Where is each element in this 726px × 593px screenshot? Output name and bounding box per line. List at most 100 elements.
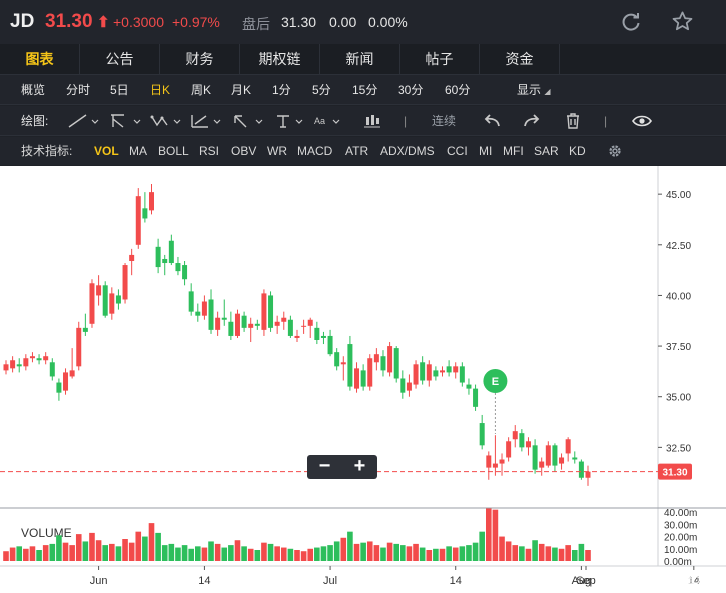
toolbar-divider: | <box>604 114 608 128</box>
candle-body <box>261 293 267 330</box>
wave-tool-icon[interactable] <box>150 113 184 129</box>
candle-body <box>29 356 35 359</box>
candle-body <box>162 258 168 264</box>
indicator-mi[interactable]: MI <box>479 137 492 165</box>
tab-capital-flow[interactable]: 资金 <box>480 44 560 75</box>
eye-icon[interactable] <box>632 113 652 129</box>
toolbar-divider: | <box>404 114 408 128</box>
volume-bar <box>128 542 135 561</box>
indicator-obv[interactable]: OBV <box>231 137 256 165</box>
candle-body <box>314 327 320 340</box>
period-selector: 概览 分时 5日 日K 周K 月K 1分 5分 15分 30分 60分 显示 ◢ <box>0 75 726 105</box>
period-30min[interactable]: 30分 <box>398 75 423 105</box>
volume-bar <box>261 542 267 561</box>
indicator-rsi[interactable]: RSI <box>199 137 219 165</box>
candle-body <box>3 364 9 371</box>
display-dropdown[interactable]: 显示 ◢ <box>517 75 551 105</box>
text-tool-icon[interactable] <box>274 113 308 129</box>
candle-body <box>519 433 525 448</box>
indicator-sar[interactable]: SAR <box>534 137 559 165</box>
period-1min[interactable]: 1分 <box>272 75 291 105</box>
candle-body <box>473 388 479 407</box>
redo-icon[interactable] <box>522 113 542 129</box>
tab-financials[interactable]: 财务 <box>160 44 240 75</box>
indicator-ma[interactable]: MA <box>129 137 147 165</box>
period-intraday[interactable]: 分时 <box>66 75 90 105</box>
indicator-wr[interactable]: WR <box>267 137 287 165</box>
volume-bar <box>234 540 241 561</box>
candlestick-chart[interactable]: 45.00 42.50 40.00 37.50 35.00 32.50 40.00m 30.0… <box>0 166 726 593</box>
arrow-tool-icon[interactable] <box>232 113 266 129</box>
tab-announcements[interactable]: 公告 <box>80 44 160 75</box>
candle-body <box>129 254 135 261</box>
refresh-icon[interactable] <box>620 11 642 33</box>
candle-body <box>109 293 115 314</box>
caret-down-icon[interactable] <box>330 113 344 129</box>
candle-body <box>400 378 406 393</box>
chart-canvas[interactable]: 45.00 42.50 40.00 37.50 35.00 32.50 40.00m30.0… <box>0 166 726 593</box>
indicator-mfi[interactable]: MFI <box>503 137 524 165</box>
price-tick-label: 35.00 <box>666 393 691 404</box>
trend-line-tool-icon[interactable] <box>66 113 100 129</box>
tab-posts[interactable]: 帖子 <box>400 44 480 75</box>
up-arrow-icon: ⬆ <box>97 14 110 31</box>
candle-body <box>525 441 531 448</box>
volume-tick-label: 20.00m <box>664 533 697 544</box>
candle-body <box>254 323 260 326</box>
pitchfork-tool-icon[interactable] <box>108 113 142 129</box>
candle-style-icon[interactable] <box>364 113 380 129</box>
candle-body <box>585 471 591 478</box>
period-5min[interactable]: 5分 <box>312 75 331 105</box>
candle-body <box>56 382 62 393</box>
volume-bar <box>380 547 386 561</box>
volume-bar <box>466 545 472 561</box>
trash-icon[interactable] <box>565 113 581 129</box>
volume-bar <box>320 546 327 561</box>
candle-body <box>486 455 492 468</box>
volume-bar <box>558 548 565 561</box>
volume-bars <box>3 508 591 561</box>
period-15min[interactable]: 15分 <box>352 75 377 105</box>
continuous-draw-toggle[interactable]: 连续 <box>432 106 456 136</box>
volume-bar <box>347 531 353 561</box>
period-5day[interactable]: 5日 <box>110 75 129 105</box>
candle-body <box>479 423 485 446</box>
volume-bar <box>89 532 95 561</box>
volume-bar <box>95 540 102 561</box>
volume-bar <box>194 546 201 561</box>
volume-bar <box>102 545 109 561</box>
font-size-tool[interactable]: Aa <box>314 106 325 136</box>
indicator-kd[interactable]: KD <box>569 137 586 165</box>
favorite-star-icon[interactable] <box>671 10 694 33</box>
period-overview[interactable]: 概览 <box>21 75 45 105</box>
indicator-atr[interactable]: ATR <box>345 137 368 165</box>
volume-bar <box>62 542 69 561</box>
tab-news[interactable]: 新闻 <box>320 44 400 75</box>
after-hours-price: 31.30 <box>281 14 317 30</box>
period-daily-k[interactable]: 日K <box>150 75 170 105</box>
indicator-adx-dms[interactable]: ADX/DMS <box>380 137 435 165</box>
volume-bar <box>386 542 393 561</box>
volume-bar <box>333 541 340 561</box>
period-60min[interactable]: 60分 <box>445 75 470 105</box>
period-weekly-k[interactable]: 周K <box>191 75 211 105</box>
candle-body <box>122 265 128 300</box>
indicator-vol[interactable]: VOL <box>94 137 119 165</box>
zoom-in-button[interactable]: + <box>342 455 377 479</box>
volume-bar <box>433 548 439 561</box>
gear-icon[interactable] <box>607 143 623 159</box>
time-tick-label: Jul <box>323 575 337 587</box>
indicator-macd[interactable]: MACD <box>297 137 332 165</box>
period-monthly-k[interactable]: 月K <box>231 75 251 105</box>
indicator-boll[interactable]: BOLL <box>158 137 189 165</box>
fibonacci-tool-icon[interactable] <box>190 113 224 129</box>
candle-body <box>506 441 512 458</box>
undo-icon[interactable] <box>482 113 502 129</box>
zoom-out-button[interactable]: − <box>307 455 342 479</box>
candle-body <box>115 295 121 304</box>
tab-options-chain[interactable]: 期权链 <box>240 44 320 75</box>
indicator-cci[interactable]: CCI <box>447 137 468 165</box>
tab-chart[interactable]: 图表 <box>0 44 80 75</box>
candle-body <box>347 344 353 387</box>
candle-body <box>420 362 426 381</box>
